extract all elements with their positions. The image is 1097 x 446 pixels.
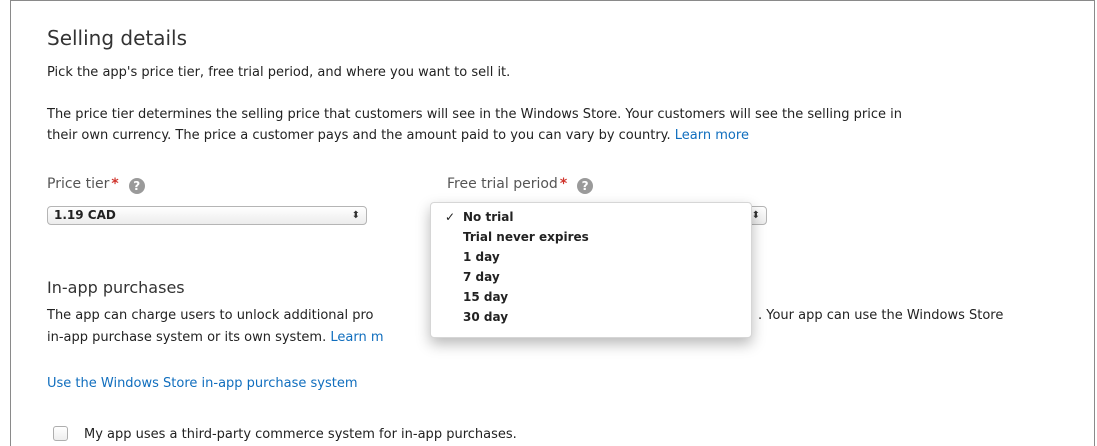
dropdown-option-label: No trial [463, 210, 514, 224]
windows-store-iap-link[interactable]: Use the Windows Store in-app purchase sy… [47, 376, 358, 391]
selling-description-line-1: The price tier determines the selling pr… [47, 107, 902, 122]
in-app-description-line-1-start: The app can charge users to unlock addit… [47, 308, 374, 323]
required-marker: * [111, 176, 119, 192]
dropdown-option-label: Trial never expires [463, 230, 589, 244]
dropdown-option-trial-never-expires[interactable]: Trial never expires [431, 227, 751, 247]
dropdown-option-15-day[interactable]: 15 day [431, 287, 751, 307]
help-icon[interactable]: ? [128, 178, 145, 194]
in-app-description-line-1-end: . Your app can use the Windows Store [758, 308, 1004, 323]
dropdown-option-label: 30 day [463, 310, 509, 324]
price-tier-label-group: Price tier *? [47, 176, 145, 194]
select-arrows-icon: ⬍ [351, 210, 360, 221]
checkmark-icon: ✓ [445, 210, 456, 224]
free-trial-label: Free trial period [447, 176, 558, 192]
learn-more-link[interactable]: Learn more [675, 128, 749, 143]
dropdown-option-1-day[interactable]: 1 day [431, 247, 751, 267]
free-trial-dropdown-menu: ✓ No trial Trial never expires 1 day 7 d… [430, 202, 752, 338]
selling-description-line-2: their own currency. The price a customer… [47, 128, 749, 143]
selling-intro: Pick the app's price tier, free trial pe… [47, 65, 511, 80]
in-app-description-line-2: in-app purchase system or its own system… [47, 330, 384, 345]
dropdown-option-label: 1 day [463, 250, 500, 264]
in-app-purchases-heading: In-app purchases [47, 278, 185, 297]
third-party-commerce-checkbox[interactable] [53, 426, 68, 441]
dropdown-option-7-day[interactable]: 7 day [431, 267, 751, 287]
dropdown-option-label: 7 day [463, 270, 500, 284]
selling-description-text: their own currency. The price a customer… [47, 128, 671, 143]
required-marker: * [559, 176, 568, 192]
third-party-commerce-label: My app uses a third-party commerce syste… [84, 427, 517, 442]
learn-more-link-partial[interactable]: Learn m [330, 330, 383, 345]
help-icon[interactable]: ? [577, 178, 594, 194]
dropdown-option-30-day[interactable]: 30 day [431, 307, 751, 327]
dropdown-option-no-trial[interactable]: ✓ No trial [431, 207, 751, 227]
page-title: Selling details [47, 26, 188, 50]
dropdown-option-label: 15 day [463, 290, 509, 304]
in-app-description-text: in-app purchase system or its own system… [47, 330, 327, 345]
price-tier-select[interactable]: 1.19 CAD ⬍ [47, 206, 367, 225]
price-tier-value: 1.19 CAD [54, 208, 116, 222]
select-arrows-icon: ⬍ [751, 210, 760, 221]
price-tier-label: Price tier [47, 176, 110, 192]
free-trial-label-group: Free trial period *? [447, 176, 594, 194]
